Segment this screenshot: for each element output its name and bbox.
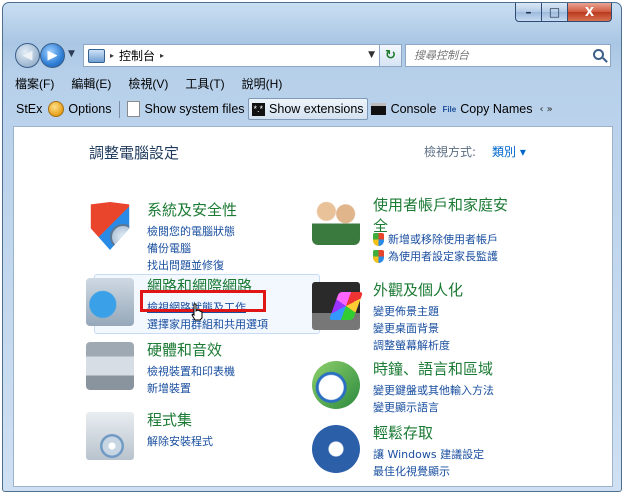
page-icon [126, 101, 140, 117]
system-security-icon[interactable] [90, 202, 130, 250]
control-panel-content: 調整電腦設定 檢視方式: 類別 ▾ 系統及安全性 檢閱您的電腦狀態 備份電腦 找… [13, 126, 613, 487]
file-icon: File [442, 104, 457, 114]
users-icon[interactable] [312, 197, 360, 245]
recent-pages-dropdown[interactable]: ▼ [68, 49, 75, 59]
category-link[interactable]: 變更桌面背景 [373, 320, 450, 337]
show-system-files-label: Show system files [144, 102, 245, 116]
hand-cursor-icon [191, 303, 203, 321]
maximize-button[interactable]: □ [542, 3, 568, 22]
page-title: 調整電腦設定 [89, 144, 180, 162]
category-title[interactable]: 時鐘、語言和區域 [373, 358, 493, 379]
console-icon [370, 103, 386, 115]
refresh-icon: ↻ [385, 48, 396, 63]
options-label: Options [68, 102, 112, 116]
breadcrumb-arrow-icon[interactable]: ▸ [110, 51, 114, 60]
category-title[interactable]: 系統及安全性 [147, 199, 237, 220]
category-title[interactable]: 外觀及個人化 [373, 279, 463, 300]
category-link[interactable]: 備份電腦 [147, 240, 235, 257]
category-link[interactable]: 變更鍵盤或其他輸入方法 [373, 382, 494, 399]
copy-names-button[interactable]: File Copy Names [439, 98, 535, 120]
search-icon[interactable] [593, 49, 604, 60]
show-extensions-label: Show extensions [269, 102, 364, 116]
category-link[interactable]: 調整螢幕解析度 [373, 337, 450, 354]
toolbar-overflow-chevron[interactable]: ‹ » [539, 104, 552, 115]
menu-bar: 檔案(F) 編輯(E) 檢視(V) 工具(T) 說明(H) [15, 74, 299, 94]
arrow-right-icon: ▶ [47, 48, 58, 63]
clock-globe-icon[interactable] [312, 361, 360, 409]
category-link[interactable]: 新增裝置 [147, 380, 235, 397]
category-title[interactable]: 硬體和音效 [147, 339, 222, 360]
printer-icon[interactable] [86, 342, 134, 390]
menu-edit[interactable]: 編輯(E) [71, 74, 111, 94]
navigation-bar: ◀ ▶ ▼ ▸ 控制台 ▸ ▼ ↻ [13, 43, 613, 69]
address-dropdown-icon[interactable]: ▼ [368, 50, 375, 60]
category-link[interactable]: 選擇家用群組和共用選項 [147, 316, 268, 333]
explorer-window: – □ X ◀ ▶ ▼ ▸ 控制台 ▸ ▼ ↻ 檔案(F) 編輯(E) 檢視(V… [2, 2, 622, 492]
category-title-line: 使用者帳戶和家庭安 [373, 196, 509, 214]
extension-icon: *.* [251, 102, 266, 116]
appearance-icon[interactable] [312, 282, 360, 330]
category-link[interactable]: 解除安裝程式 [147, 433, 213, 450]
menu-tools[interactable]: 工具(T) [185, 74, 224, 94]
options-button[interactable]: Options [45, 98, 114, 120]
menu-view[interactable]: 檢視(V) [128, 74, 168, 94]
show-system-files-button[interactable]: Show system files [124, 98, 248, 120]
category-title[interactable]: 輕鬆存取 [373, 422, 433, 443]
close-button[interactable]: X [568, 3, 612, 22]
menu-file[interactable]: 檔案(F) [15, 74, 54, 94]
category-link[interactable]: 變更顯示語言 [373, 399, 494, 416]
view-by-dropdown[interactable]: 類別 ▾ [492, 143, 526, 160]
refresh-button[interactable]: ↻ [380, 44, 402, 67]
uac-shield-icon [373, 250, 384, 263]
category-link[interactable]: 變更佈景主題 [373, 303, 450, 320]
toolbar-stex-label: StEx [16, 102, 43, 116]
category-title[interactable]: 使用者帳戶和家庭安 全 [373, 194, 508, 236]
toolbar-divider [118, 100, 120, 118]
window-controls: – □ X [515, 3, 612, 22]
category-title[interactable]: 程式集 [147, 409, 192, 430]
category-link[interactable]: 為使用者設定家長監護 [373, 248, 498, 265]
address-bar[interactable]: ▸ 控制台 ▸ ▼ [83, 44, 380, 67]
control-panel-icon [88, 48, 105, 63]
category-link[interactable]: 新增或移除使用者帳戶 [373, 231, 498, 248]
back-button[interactable]: ◀ [15, 43, 40, 68]
console-button[interactable]: Console [368, 98, 440, 120]
menu-help[interactable]: 說明(H) [242, 74, 283, 94]
uac-shield-icon [373, 233, 384, 246]
network-globe-icon[interactable] [86, 278, 134, 326]
forward-button[interactable]: ▶ [40, 43, 65, 68]
options-icon [48, 101, 65, 117]
minimize-button[interactable]: – [515, 3, 542, 22]
view-by-label: 檢視方式: [424, 145, 477, 159]
category-link[interactable]: 讓 Windows 建議設定 [373, 446, 484, 463]
console-label: Console [390, 102, 437, 116]
show-extensions-button[interactable]: *.* Show extensions [247, 98, 368, 120]
category-link[interactable]: 檢視裝置和印表機 [147, 363, 235, 380]
category-link[interactable]: 找出問題並修復 [147, 257, 235, 274]
ease-of-access-icon[interactable] [312, 425, 360, 473]
category-link[interactable]: 檢閱您的電腦狀態 [147, 223, 235, 240]
stex-toolbar: StEx Options Show system files *.* Show … [13, 97, 613, 121]
search-box[interactable] [405, 44, 611, 67]
category-link[interactable]: 最佳化視覺顯示 [373, 463, 484, 480]
breadcrumb-next-arrow-icon[interactable]: ▸ [160, 51, 164, 60]
search-input[interactable] [414, 49, 584, 62]
copy-names-label: Copy Names [460, 102, 533, 116]
breadcrumb-control-panel[interactable]: 控制台 [119, 47, 155, 64]
arrow-left-icon: ◀ [22, 48, 33, 63]
programs-disc-icon[interactable] [86, 412, 134, 460]
